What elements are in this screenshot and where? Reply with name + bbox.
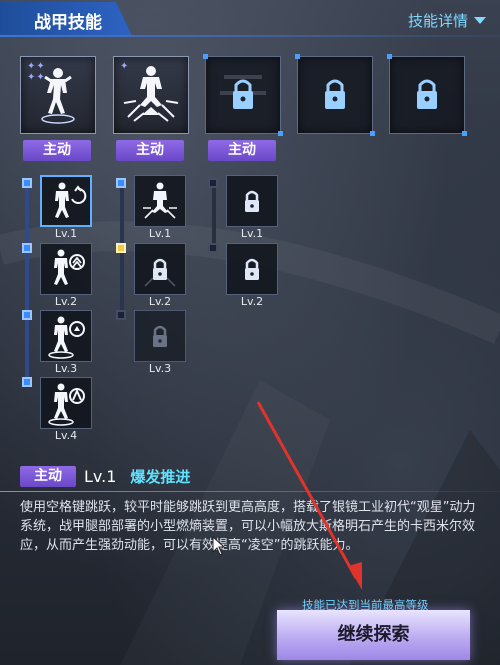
level-label: Lv.2 bbox=[54, 295, 78, 308]
level-label: Lv.1 bbox=[148, 227, 172, 240]
header-divider bbox=[0, 35, 500, 37]
panel-title-tab: 战甲技能 bbox=[0, 2, 132, 36]
level-label: Lv.3 bbox=[54, 362, 78, 375]
lock-icon bbox=[245, 258, 259, 280]
mouse-cursor-icon bbox=[212, 536, 226, 556]
burst-figure-icon bbox=[123, 66, 179, 122]
tree-node bbox=[22, 243, 32, 253]
skill-type-badge-2: 主动 bbox=[116, 140, 184, 161]
upgrade-icon-col3-lv1[interactable] bbox=[226, 175, 278, 227]
skill-details-dropdown[interactable]: 技能详情 bbox=[408, 10, 486, 31]
skill-type-badge: 主动 bbox=[20, 465, 76, 487]
tree-node bbox=[116, 310, 126, 320]
continue-explore-button[interactable]: 继续探索 bbox=[277, 610, 470, 660]
level-label: Lv.2 bbox=[240, 295, 264, 308]
upgrade-figure-icon bbox=[55, 182, 87, 218]
header: 战甲技能 技能详情 bbox=[0, 0, 500, 38]
lock-icon bbox=[220, 75, 266, 109]
selected-skill-header: 主动 Lv.1 爆发推进 bbox=[20, 464, 190, 488]
upgrade-track-1 bbox=[25, 182, 29, 382]
lock-icon bbox=[144, 258, 176, 287]
panel-title: 战甲技能 bbox=[34, 13, 102, 33]
level-label: Lv.4 bbox=[54, 429, 78, 442]
skill-type-badge-3: 主动 bbox=[208, 140, 276, 161]
upgrade-icon-col1-lv2[interactable] bbox=[40, 243, 92, 295]
level-label: Lv.2 bbox=[148, 295, 172, 308]
tree-node bbox=[22, 377, 32, 387]
skill-name: 爆发推进 bbox=[130, 467, 191, 486]
skill-description: 使用空格键跳跃，较平时能够跳跃到更高高度，搭载了银镜工业初代“观星”动力系统，战… bbox=[20, 500, 476, 553]
upgrade-icon-col1-lv4[interactable] bbox=[40, 377, 92, 429]
lock-icon bbox=[153, 325, 167, 347]
upgrade-icon-col3-lv2[interactable] bbox=[226, 243, 278, 295]
jumping-figure-icon bbox=[41, 68, 75, 124]
tree-node-current bbox=[116, 243, 126, 253]
tree-node bbox=[208, 243, 218, 253]
upgrade-icon-col2-lv2[interactable] bbox=[134, 243, 186, 295]
info-divider bbox=[0, 491, 500, 492]
skill-slot-5[interactable] bbox=[387, 54, 467, 136]
skill-slot-3[interactable] bbox=[203, 54, 283, 136]
skill-slot-4[interactable] bbox=[295, 54, 375, 136]
skill-details-label: 技能详情 bbox=[407, 12, 468, 30]
tree-node bbox=[208, 178, 218, 188]
upgrade-icon-col1-lv3[interactable] bbox=[40, 310, 92, 362]
burst-figure-icon bbox=[143, 182, 177, 219]
level-label: Lv.3 bbox=[148, 362, 172, 375]
tree-node bbox=[22, 178, 32, 188]
upgrade-figure-icon bbox=[54, 249, 85, 285]
dropdown-triangle-icon bbox=[474, 17, 486, 24]
upgrade-icon-col2-lv1[interactable] bbox=[134, 175, 186, 227]
tree-node bbox=[22, 310, 32, 320]
tree-node bbox=[116, 178, 126, 188]
upgrade-icon-col2-lv3[interactable] bbox=[134, 310, 186, 362]
lock-icon bbox=[325, 79, 345, 109]
skill-level: Lv.1 bbox=[84, 466, 117, 486]
upgrade-track-3 bbox=[212, 182, 216, 248]
lock-icon bbox=[245, 190, 259, 212]
skill-slot-1[interactable]: ✦✦ ✦✦ bbox=[20, 56, 96, 134]
skill-type-badge-1: 主动 bbox=[23, 140, 91, 161]
upgrade-icon-col1-lv1[interactable] bbox=[40, 175, 92, 227]
upgrade-figure-icon bbox=[48, 316, 85, 359]
upgrade-figure-icon bbox=[48, 383, 85, 426]
lock-icon bbox=[417, 79, 437, 109]
level-label: Lv.1 bbox=[240, 227, 264, 240]
skill-slot-2[interactable]: ✦ bbox=[113, 56, 189, 134]
level-label: Lv.1 bbox=[54, 227, 78, 240]
